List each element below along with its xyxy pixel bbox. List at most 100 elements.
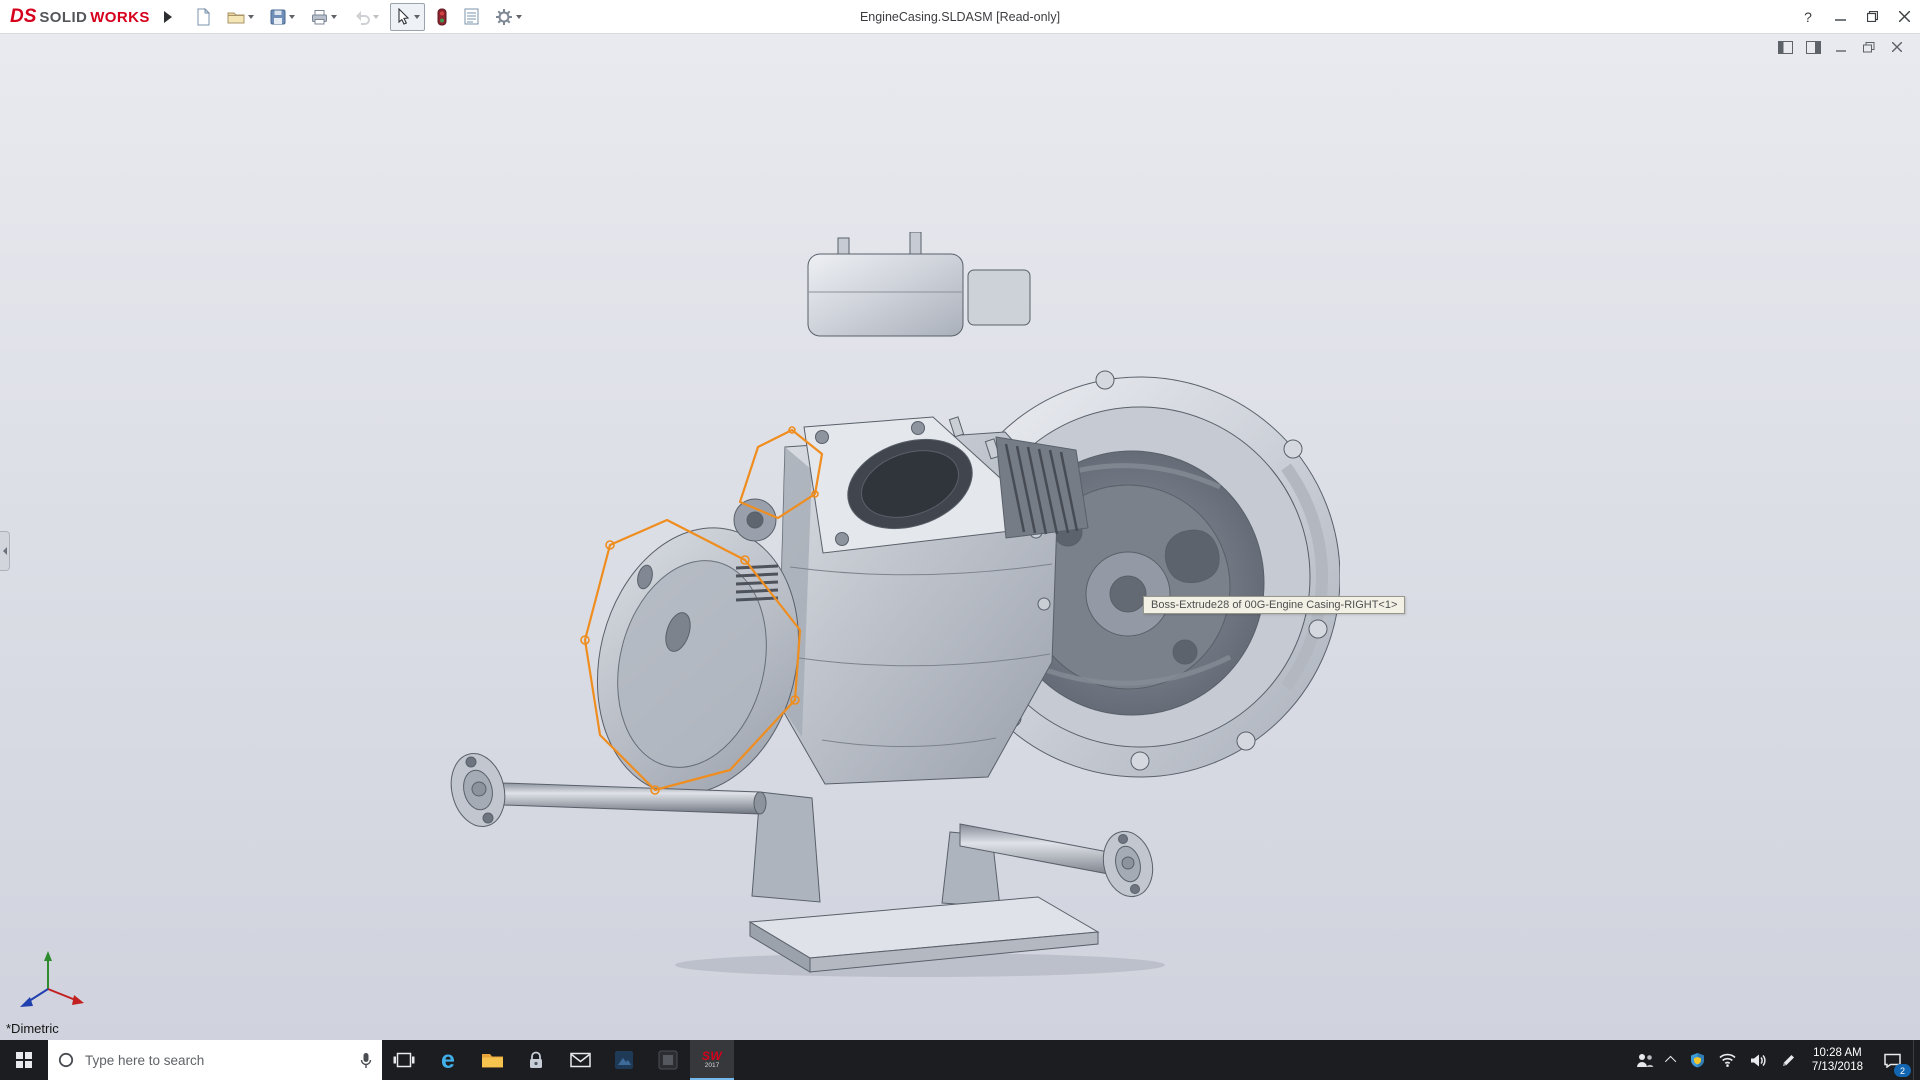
rebuild-traffic-light-icon	[436, 8, 448, 26]
open-document-button[interactable]	[222, 3, 259, 31]
doc-minimize-icon	[1836, 42, 1847, 53]
defender-shield-icon	[1690, 1052, 1705, 1068]
pen-settings-button[interactable]	[1774, 1040, 1803, 1080]
feature-tooltip: Boss-Extrude28 of 00G-Engine Casing-RIGH…	[1143, 596, 1405, 614]
view-orientation-label: *Dimetric	[6, 1021, 59, 1036]
doc-close-button[interactable]	[1888, 39, 1906, 55]
titlebar: DS SOLIDWORKS	[0, 0, 1920, 34]
select-dropdown-caret[interactable]	[414, 15, 420, 19]
maximize-icon	[1867, 11, 1878, 22]
edge-icon: e	[441, 1048, 455, 1073]
rebuild-button[interactable]	[431, 3, 453, 31]
speaker-icon	[1750, 1053, 1767, 1068]
people-icon	[1636, 1053, 1654, 1068]
toolbar-expand-arrow[interactable]	[164, 11, 172, 23]
print-icon	[311, 9, 328, 25]
open-dropdown-caret[interactable]	[248, 15, 254, 19]
window-controls: ?	[1792, 0, 1920, 33]
orientation-triad[interactable]	[16, 945, 90, 1017]
previous-window-button[interactable]	[1776, 39, 1794, 55]
notification-badge: 2	[1894, 1064, 1911, 1077]
system-tray: 10:28 AM 7/13/2018 2	[1629, 1040, 1920, 1080]
close-icon	[1899, 11, 1910, 22]
save-button[interactable]	[265, 3, 300, 31]
action-center-button[interactable]: 2	[1872, 1040, 1913, 1080]
panel-right-icon	[1806, 41, 1821, 54]
stand[interactable]	[750, 792, 1098, 972]
file-properties-icon	[464, 8, 479, 25]
start-button[interactable]	[0, 1040, 48, 1080]
graphics-viewport[interactable]: Boss-Extrude28 of 00G-Engine Casing-RIGH…	[0, 33, 1920, 1040]
taskbar-search[interactable]	[48, 1040, 382, 1080]
feature-tree-collapse-tab[interactable]	[0, 531, 10, 571]
photos-icon	[614, 1050, 634, 1070]
mail-app-button[interactable]	[558, 1040, 602, 1080]
brand-text-works: WORKS	[90, 9, 150, 26]
show-hidden-icons-button[interactable]	[1661, 1040, 1683, 1080]
show-desktop-button[interactable]	[1913, 1040, 1920, 1080]
solidworks-taskbar-button[interactable]: SW 2017	[690, 1040, 734, 1080]
minimize-icon	[1835, 11, 1846, 22]
new-document-icon	[195, 8, 211, 26]
next-window-button[interactable]	[1804, 39, 1822, 55]
doc-close-icon	[1892, 42, 1902, 52]
undo-icon	[353, 9, 370, 25]
network-button[interactable]	[1712, 1040, 1743, 1080]
pen-icon	[1781, 1053, 1796, 1068]
print-button[interactable]	[306, 3, 342, 31]
options-gear-icon	[495, 8, 513, 26]
doc-minimize-button[interactable]	[1832, 39, 1850, 55]
people-button[interactable]	[1629, 1040, 1661, 1080]
dassault-logo-icon: DS	[10, 6, 36, 28]
print-dropdown-caret[interactable]	[331, 15, 337, 19]
brand-text-solid: SOLID	[39, 9, 87, 26]
taskbar: e SW 2017	[0, 1040, 1920, 1080]
doc-restore-icon	[1863, 42, 1875, 53]
select-arrow-icon	[395, 8, 411, 25]
solidworks-icon: SW 2017	[702, 1050, 722, 1070]
clock-time: 10:28 AM	[1813, 1046, 1862, 1060]
undo-dropdown-caret[interactable]	[373, 15, 379, 19]
close-button[interactable]	[1888, 0, 1920, 33]
edge-browser-button[interactable]: e	[426, 1040, 470, 1080]
file-explorer-icon	[481, 1051, 504, 1069]
task-view-icon	[393, 1051, 415, 1069]
save-floppy-icon	[270, 9, 286, 25]
options-button[interactable]	[490, 3, 527, 31]
search-input[interactable]	[83, 1052, 351, 1069]
select-tool-button[interactable]	[390, 3, 425, 31]
clock-date: 7/13/2018	[1812, 1060, 1863, 1074]
document-window-controls	[1776, 39, 1906, 55]
volume-button[interactable]	[1743, 1040, 1774, 1080]
search-circle-icon	[58, 1052, 74, 1068]
mail-envelope-icon	[570, 1052, 591, 1068]
options-dropdown-caret[interactable]	[516, 15, 522, 19]
solidworks-logo: DS SOLIDWORKS	[0, 6, 156, 28]
open-folder-icon	[227, 9, 245, 25]
microphone-icon[interactable]	[360, 1052, 372, 1069]
defender-tray-button[interactable]	[1683, 1040, 1712, 1080]
lock-icon	[527, 1051, 545, 1070]
doc-restore-button[interactable]	[1860, 39, 1878, 55]
quick-access-toolbar	[190, 3, 527, 31]
windows-logo-icon	[16, 1052, 32, 1068]
lock-app-button[interactable]	[514, 1040, 558, 1080]
app-button[interactable]	[646, 1040, 690, 1080]
cooling-fins	[996, 437, 1088, 538]
panel-left-icon	[1778, 41, 1793, 54]
app-icon	[658, 1050, 678, 1070]
save-dropdown-caret[interactable]	[289, 15, 295, 19]
help-button[interactable]: ?	[1792, 0, 1824, 33]
task-view-button[interactable]	[382, 1040, 426, 1080]
chevron-up-icon	[1665, 1056, 1676, 1067]
undo-button[interactable]	[348, 3, 384, 31]
wifi-icon	[1719, 1053, 1736, 1067]
file-explorer-button[interactable]	[470, 1040, 514, 1080]
photos-app-button[interactable]	[602, 1040, 646, 1080]
taskbar-clock[interactable]: 10:28 AM 7/13/2018	[1803, 1046, 1872, 1074]
new-document-button[interactable]	[190, 3, 216, 31]
minimize-button[interactable]	[1824, 0, 1856, 33]
file-properties-button[interactable]	[459, 3, 484, 31]
maximize-button[interactable]	[1856, 0, 1888, 33]
top-bracket[interactable]	[808, 232, 1030, 336]
